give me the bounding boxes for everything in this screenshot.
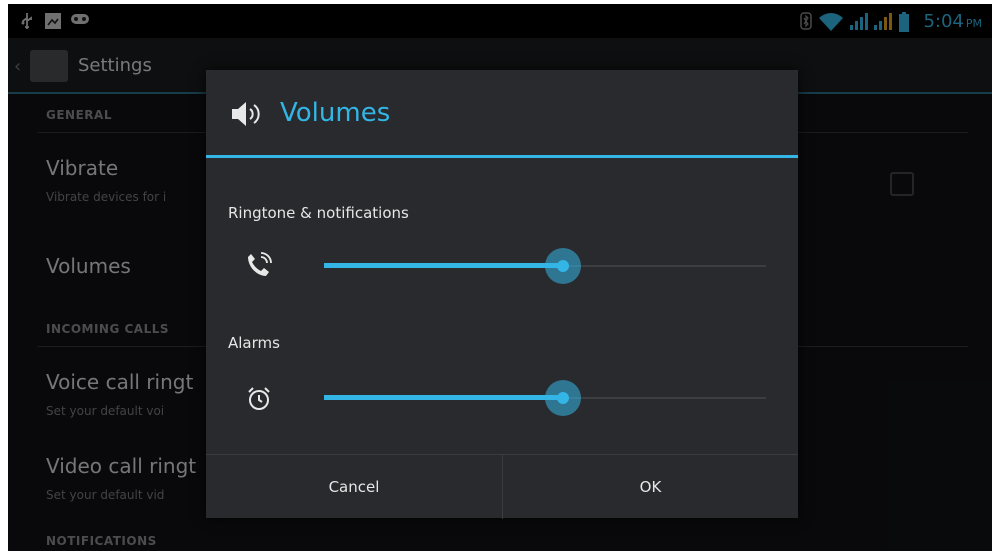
ringtone-phone-icon: [246, 252, 272, 278]
ok-button[interactable]: OK: [502, 455, 798, 519]
slider-thumb[interactable]: [544, 378, 581, 418]
alarms-label: Alarms: [228, 334, 280, 352]
ringtone-label: Ringtone & notifications: [228, 204, 409, 222]
dialog-button-bar: Cancel OK: [206, 454, 798, 519]
slider-fill: [324, 395, 563, 400]
slider-thumb[interactable]: [544, 246, 581, 286]
volumes-dialog: Volumes Ringtone & notifications Alarms …: [206, 70, 798, 519]
speaker-icon: [230, 100, 264, 128]
dialog-title: Volumes: [280, 98, 391, 128]
alarms-volume-slider[interactable]: [324, 378, 766, 418]
slider-fill: [324, 263, 563, 268]
android-screen: 5:04 PM ‹ Settings GENERAL Vibrate Vibrat…: [8, 4, 992, 551]
alarm-clock-icon: [246, 386, 272, 412]
dialog-header: Volumes: [206, 70, 798, 158]
ringtone-volume-slider[interactable]: [324, 246, 766, 286]
cancel-button[interactable]: Cancel: [206, 455, 502, 519]
